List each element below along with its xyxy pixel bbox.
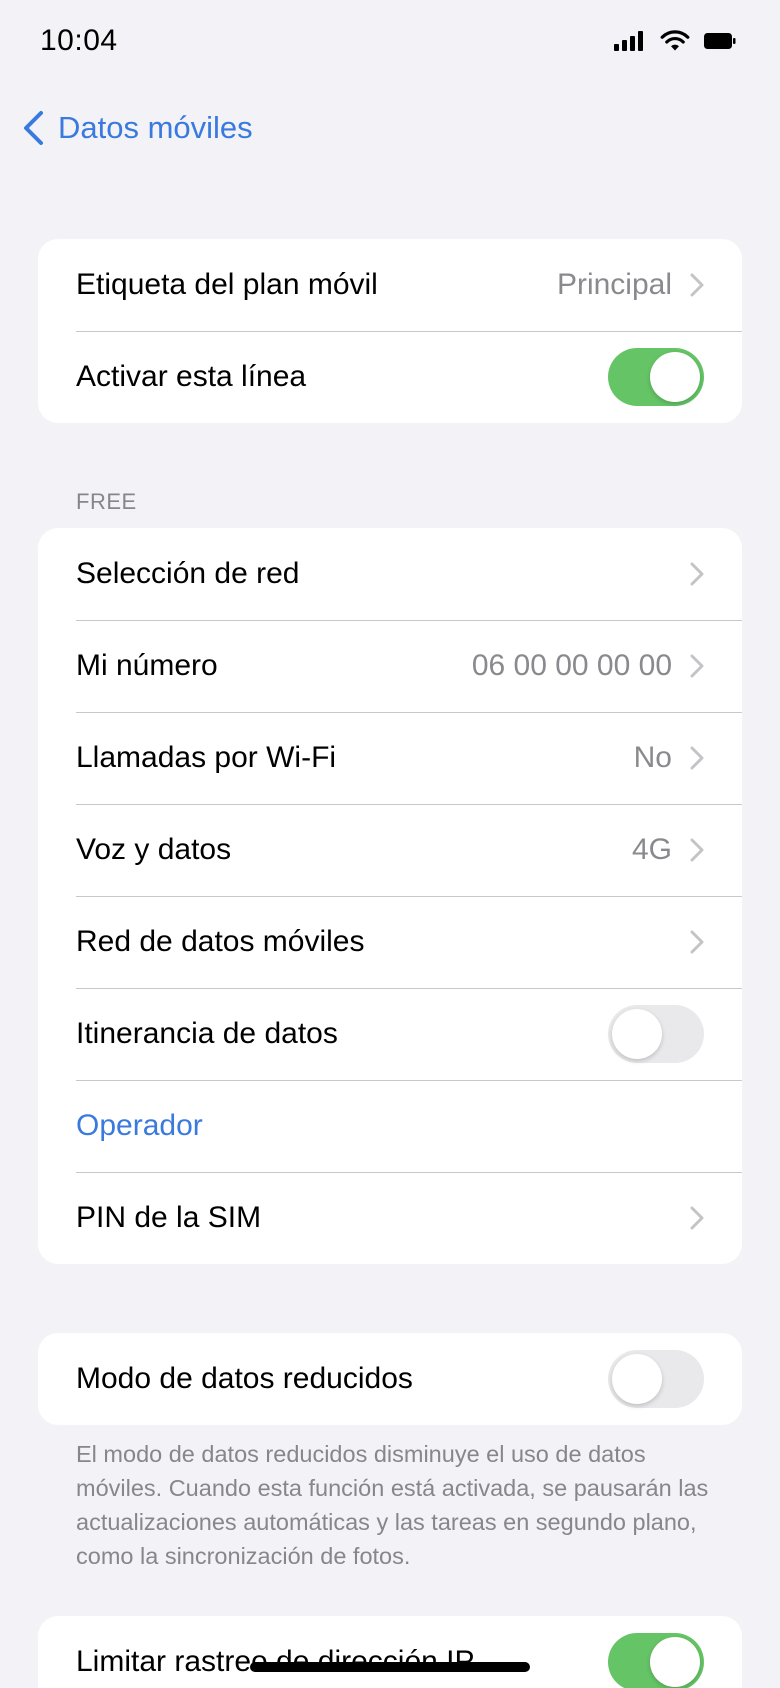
- low-data-mode-toggle[interactable]: [608, 1350, 704, 1408]
- activate-line-row: Activar esta línea: [38, 331, 742, 423]
- battery-icon: [704, 33, 736, 49]
- toggle-knob: [612, 1009, 662, 1059]
- plan-label-row[interactable]: Etiqueta del plan móvil Principal: [38, 239, 742, 331]
- ip-tracking-group: Limitar rastreo de dirección IP: [38, 1616, 742, 1688]
- my-number-value: 06 00 00 00 00: [471, 649, 672, 682]
- mobile-data-network-label: Red de datos móviles: [76, 925, 365, 958]
- back-button[interactable]: Datos móviles: [22, 110, 253, 146]
- status-time: 10:04: [40, 24, 118, 57]
- plan-settings-group: Etiqueta del plan móvil Principal Activa…: [38, 239, 742, 423]
- data-roaming-row: Itinerancia de datos: [38, 988, 742, 1080]
- navigation-bar: Datos móviles: [0, 100, 780, 164]
- limit-ip-tracking-row: Limitar rastreo de dirección IP: [38, 1616, 742, 1688]
- data-roaming-label: Itinerancia de datos: [76, 1017, 338, 1050]
- limit-ip-tracking-toggle[interactable]: [608, 1633, 704, 1688]
- plan-label-value: Principal: [556, 268, 672, 301]
- toggle-knob: [612, 1354, 662, 1404]
- section-header-free: FREE: [76, 489, 137, 514]
- low-data-mode-group: Modo de datos reducidos: [38, 1333, 742, 1425]
- chevron-right-icon: [690, 1206, 704, 1230]
- mobile-data-network-row[interactable]: Red de datos móviles: [38, 896, 742, 988]
- toggle-knob: [650, 1637, 700, 1687]
- voice-data-label: Voz y datos: [76, 833, 232, 866]
- chevron-right-icon: [690, 562, 704, 586]
- chevron-right-icon: [690, 930, 704, 954]
- chevron-right-icon: [690, 654, 704, 678]
- status-bar: 10:04: [0, 0, 780, 90]
- wifi-calling-label: Llamadas por Wi-Fi: [76, 741, 337, 774]
- sim-pin-row[interactable]: PIN de la SIM: [38, 1172, 742, 1264]
- plan-label-label: Etiqueta del plan móvil: [76, 268, 378, 301]
- low-data-mode-footnote: El modo de datos reducidos disminuye el …: [76, 1441, 709, 1569]
- my-number-label: Mi número: [76, 649, 218, 682]
- chevron-right-icon: [690, 838, 704, 862]
- network-selection-label: Selección de red: [76, 557, 300, 590]
- toggle-knob: [650, 352, 700, 402]
- my-number-row[interactable]: Mi número 06 00 00 00 00: [38, 620, 742, 712]
- sim-pin-label: PIN de la SIM: [76, 1201, 262, 1234]
- voice-data-row[interactable]: Voz y datos 4G: [38, 804, 742, 896]
- signal-icon: [614, 31, 643, 51]
- activate-line-label: Activar esta línea: [76, 360, 307, 393]
- wifi-icon: [660, 30, 690, 51]
- activate-line-toggle[interactable]: [608, 348, 704, 406]
- wifi-calling-value: No: [633, 741, 672, 774]
- home-indicator[interactable]: [250, 1662, 530, 1672]
- carrier-settings-group: Selección de red Mi número 06 00 00 00 0…: [38, 528, 742, 1264]
- chevron-right-icon: [690, 273, 704, 297]
- chevron-left-icon: [24, 111, 43, 145]
- data-roaming-toggle[interactable]: [608, 1005, 704, 1063]
- network-selection-row[interactable]: Selección de red: [38, 528, 742, 620]
- low-data-mode-row: Modo de datos reducidos: [38, 1333, 742, 1425]
- operator-link[interactable]: Operador: [76, 1109, 704, 1143]
- low-data-mode-label: Modo de datos reducidos: [76, 1362, 413, 1395]
- operator-row[interactable]: Operador: [38, 1080, 742, 1172]
- wifi-calling-row[interactable]: Llamadas por Wi-Fi No: [38, 712, 742, 804]
- status-icons: [614, 30, 736, 52]
- voice-data-value: 4G: [631, 833, 672, 866]
- chevron-right-icon: [690, 746, 704, 770]
- back-button-label: Datos móviles: [58, 110, 253, 145]
